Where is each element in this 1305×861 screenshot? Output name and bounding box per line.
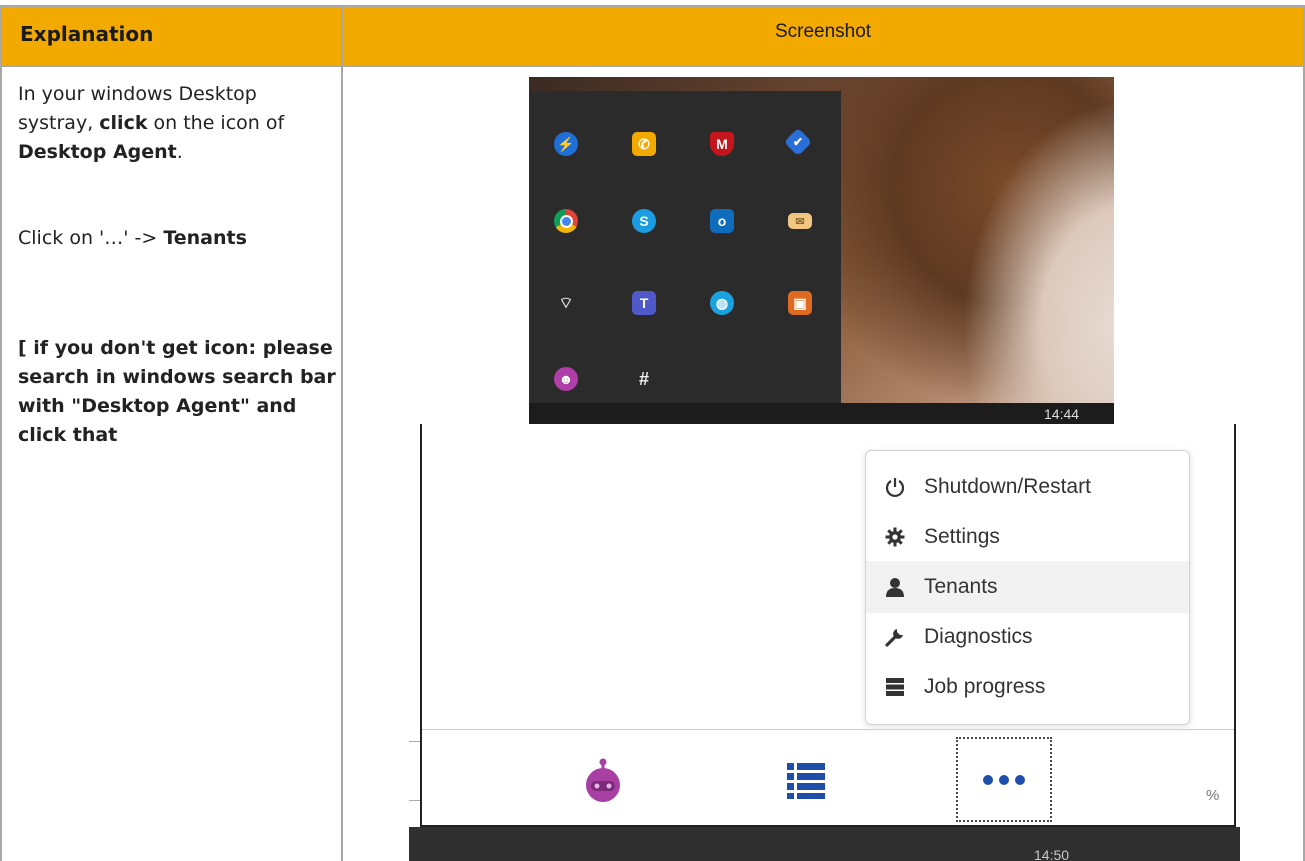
teams-icon[interactable]: T [632, 291, 656, 315]
background-percent-fragment: % [1206, 787, 1220, 804]
step1-desktop-agent: Desktop Agent [18, 141, 177, 163]
globe-icon[interactable]: ◍ [710, 291, 734, 315]
step2-tenants: Tenants [163, 227, 247, 249]
slack-icon[interactable]: # [632, 367, 656, 391]
tick-app-icon[interactable]: ✔ [783, 127, 813, 157]
menu-item-tenants[interactable]: Tenants [866, 561, 1189, 613]
desktop-agent-window: Shutdown/Restart Settings Tenants Diagno… [420, 424, 1236, 827]
more-dot [983, 774, 993, 785]
skype-icon[interactable]: S [632, 209, 656, 233]
gear-icon [884, 526, 906, 548]
power-icon [884, 476, 906, 498]
systray-screenshot: ⚡ ✆ M ✔ S o ✉ ⌔ T ◍ ▣ ☻ # 14:44 [529, 77, 1114, 424]
explanation-note: [ if you don't get icon: please search i… [18, 337, 336, 446]
wifi-icon[interactable]: ⌔ [554, 291, 578, 315]
chrome-icon[interactable] [554, 209, 578, 233]
menu-item-settings[interactable]: Settings [866, 511, 1189, 563]
step1-text-b: on the icon of [147, 112, 285, 134]
more-menu: Shutdown/Restart Settings Tenants Diagno… [865, 450, 1190, 725]
power-automate-icon[interactable]: ⚡ [554, 132, 578, 156]
step1-click-word: click [99, 112, 148, 134]
windows-taskbar-bottom: 14:50 [409, 827, 1240, 861]
menu-item-label: Shutdown/Restart [924, 475, 1091, 498]
menu-item-shutdown-restart[interactable]: Shutdown/Restart [866, 461, 1189, 513]
header-screenshot: Screenshot [343, 5, 1305, 67]
more-options-button[interactable] [956, 737, 1052, 822]
menu-item-diagnostics[interactable]: Diagnostics [866, 611, 1189, 663]
table-border-left [0, 67, 2, 861]
footer-divider [422, 729, 1234, 730]
menu-item-label: Job progress [924, 675, 1046, 698]
server-icon [884, 676, 906, 698]
header-screenshot-label: Screenshot [774, 21, 872, 42]
header-explanation: Explanation [0, 5, 343, 67]
table-column-divider [341, 67, 343, 861]
step1-text-c: . [176, 141, 183, 163]
remote-desktop-icon[interactable]: ▣ [788, 291, 812, 315]
menu-item-label: Tenants [924, 575, 998, 598]
desktop-agent-screenshot: Shutdown/Restart Settings Tenants Diagno… [409, 424, 1240, 861]
mail-icon[interactable]: ✉ [788, 213, 812, 229]
list-icon[interactable] [786, 760, 826, 800]
wrench-icon [884, 626, 906, 648]
desktop-agent-icon[interactable]: ☻ [554, 367, 578, 391]
taskbar-clock-fragment: 14:50 [1034, 847, 1070, 861]
windows-taskbar: 14:44 [529, 403, 1114, 424]
phone-icon[interactable]: ✆ [632, 132, 656, 156]
taskbar-clock: 14:44 [1044, 406, 1080, 422]
user-icon [884, 576, 906, 598]
more-dot [999, 774, 1009, 785]
step2-text: Click on '…' -> [18, 227, 164, 249]
instruction-table: Explanation Screenshot In your windows D… [0, 0, 1305, 861]
agent-robot-icon[interactable] [580, 757, 626, 803]
explanation-step-1: In your windows Desktop systray, click o… [18, 80, 336, 167]
background-window-edge [409, 741, 420, 801]
systray-overflow-panel: ⚡ ✆ M ✔ S o ✉ ⌔ T ◍ ▣ ☻ # [529, 91, 841, 403]
menu-item-job-progress[interactable]: Job progress [866, 661, 1189, 713]
menu-item-label: Diagnostics [924, 625, 1033, 648]
mcafee-icon[interactable]: M [710, 132, 734, 156]
explanation-step-2: Click on '…' -> Tenants [18, 224, 336, 253]
menu-item-label: Settings [924, 525, 1000, 548]
header-explanation-label: Explanation [20, 22, 154, 46]
outlook-icon[interactable]: o [710, 209, 734, 233]
more-dot [1015, 774, 1025, 785]
